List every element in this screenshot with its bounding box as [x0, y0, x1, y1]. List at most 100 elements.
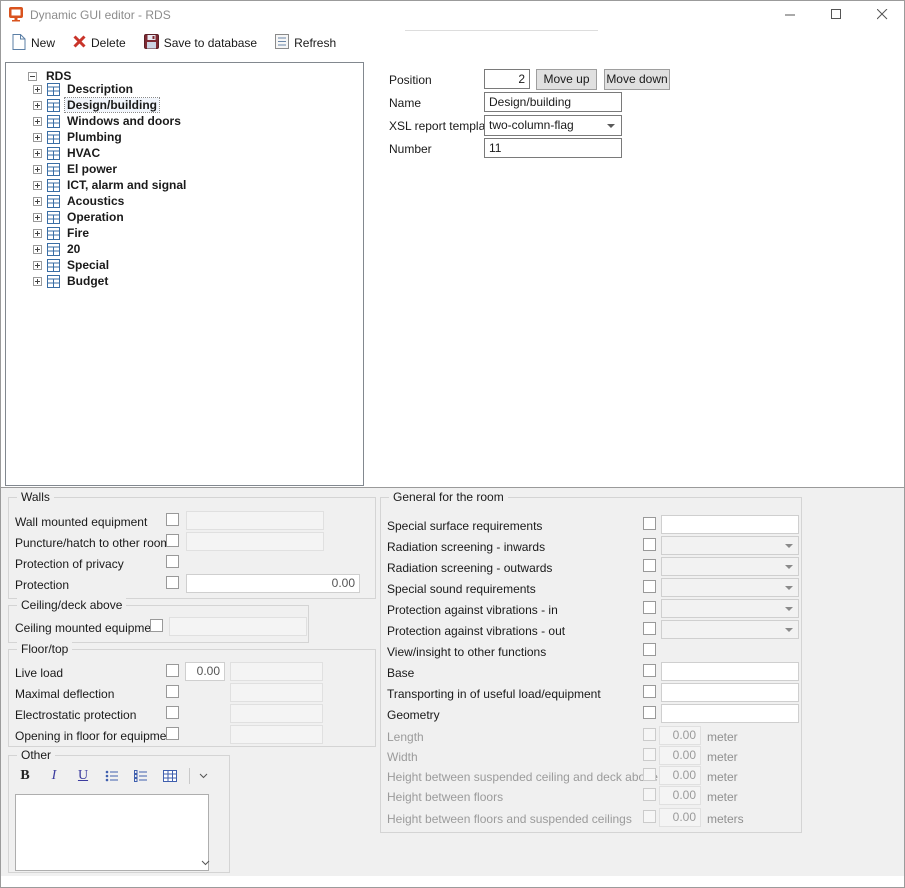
wall-mounted-equipment-checkbox[interactable]: [166, 513, 179, 526]
base-input[interactable]: [661, 662, 799, 681]
protection-input[interactable]: 0.00: [186, 574, 360, 593]
expand-icon[interactable]: [33, 117, 42, 126]
collapse-icon[interactable]: [28, 72, 37, 81]
expand-icon[interactable]: [33, 213, 42, 222]
expand-icon[interactable]: [33, 181, 42, 190]
expand-icon[interactable]: [33, 149, 42, 158]
maximize-button[interactable]: [813, 0, 859, 28]
ceiling-mounted-equipment-checkbox[interactable]: [150, 619, 163, 632]
form-row-base: Base: [381, 662, 801, 682]
special-sound-checkbox[interactable]: [643, 580, 656, 593]
radiation-inwards-dropdown[interactable]: [661, 536, 799, 555]
tree-item-operation[interactable]: Operation: [33, 209, 126, 225]
view-insight-checkbox[interactable]: [643, 643, 656, 656]
opening-in-floor-input[interactable]: [230, 725, 323, 744]
transporting-input[interactable]: [661, 683, 799, 702]
toolbar-overflow-button[interactable]: [199, 773, 208, 779]
move-down-button[interactable]: Move down: [604, 69, 670, 90]
expand-icon[interactable]: [33, 197, 42, 206]
expand-icon[interactable]: [33, 165, 42, 174]
special-surface-input[interactable]: [661, 515, 799, 534]
maximal-deflection-input[interactable]: [230, 683, 323, 702]
vibrations-in-dropdown[interactable]: [661, 599, 799, 618]
xsl-template-dropdown[interactable]: two-column-flag: [484, 115, 622, 136]
tree-item-budget[interactable]: Budget: [33, 273, 110, 289]
puncture-hatch-checkbox[interactable]: [166, 534, 179, 547]
geometry-checkbox[interactable]: [643, 706, 656, 719]
tree-item-20[interactable]: 20: [33, 241, 82, 257]
vibrations-in-checkbox[interactable]: [643, 601, 656, 614]
position-input[interactable]: 2: [484, 69, 530, 89]
electrostatic-protection-input[interactable]: [230, 704, 323, 723]
tree-item-design-building[interactable]: Design/building: [33, 97, 159, 113]
protection-checkbox[interactable]: [166, 576, 179, 589]
height-suspended-ceiling-checkbox[interactable]: [643, 768, 656, 781]
expand-icon[interactable]: [33, 85, 42, 94]
bold-button[interactable]: B: [15, 767, 35, 785]
expand-icon[interactable]: [33, 261, 42, 270]
height-suspended-ceiling-input[interactable]: 0.00: [659, 766, 701, 785]
expand-icon[interactable]: [33, 229, 42, 238]
vibrations-out-dropdown[interactable]: [661, 620, 799, 639]
tree-item-description[interactable]: Description: [33, 81, 135, 97]
save-to-database-button[interactable]: Save to database: [140, 31, 261, 55]
radiation-outwards-checkbox[interactable]: [643, 559, 656, 572]
electrostatic-protection-checkbox[interactable]: [166, 706, 179, 719]
radiation-inwards-checkbox[interactable]: [643, 538, 656, 551]
tree-item-el-power[interactable]: El power: [33, 161, 119, 177]
tree-item-ict-alarm-signal[interactable]: ICT, alarm and signal: [33, 177, 188, 193]
tree-item-windows-and-doors[interactable]: Windows and doors: [33, 113, 183, 129]
new-button[interactable]: New: [8, 31, 59, 56]
height-between-floors-checkbox[interactable]: [643, 788, 656, 801]
insert-table-button[interactable]: [160, 767, 180, 785]
vibrations-out-checkbox[interactable]: [643, 622, 656, 635]
opening-in-floor-checkbox[interactable]: [166, 727, 179, 740]
underline-button[interactable]: U: [73, 767, 93, 785]
height-floors-suspended-ceilings-input[interactable]: 0.00: [659, 808, 701, 827]
name-input[interactable]: Design/building: [484, 92, 622, 112]
width-checkbox[interactable]: [643, 748, 656, 761]
expand-icon[interactable]: [33, 277, 42, 286]
length-input[interactable]: 0.00: [659, 726, 701, 745]
geometry-input[interactable]: [661, 704, 799, 723]
bullet-list-button[interactable]: [102, 767, 122, 785]
width-input[interactable]: 0.00: [659, 746, 701, 765]
expand-icon[interactable]: [33, 101, 42, 110]
ceiling-mounted-equipment-input[interactable]: [169, 617, 307, 636]
resize-chevron-button[interactable]: [201, 860, 210, 866]
tree-item-special[interactable]: Special: [33, 257, 111, 273]
delete-button[interactable]: Delete: [69, 32, 130, 54]
live-load-checkbox[interactable]: [166, 664, 179, 677]
italic-button[interactable]: I: [44, 767, 64, 785]
move-up-button[interactable]: Move up: [536, 69, 597, 90]
refresh-button[interactable]: Refresh: [271, 31, 340, 55]
tree-item-acoustics[interactable]: Acoustics: [33, 193, 126, 209]
other-richtext-area[interactable]: [15, 794, 209, 871]
expand-icon[interactable]: [33, 245, 42, 254]
tree-item-hvac[interactable]: HVAC: [33, 145, 102, 161]
special-surface-checkbox[interactable]: [643, 517, 656, 530]
protection-of-privacy-checkbox[interactable]: [166, 555, 179, 568]
base-checkbox[interactable]: [643, 664, 656, 677]
length-checkbox[interactable]: [643, 728, 656, 741]
wall-mounted-equipment-input[interactable]: [186, 511, 324, 530]
minimize-button[interactable]: [767, 0, 813, 28]
radiation-outwards-dropdown[interactable]: [661, 557, 799, 576]
tree-item-label: El power: [65, 162, 119, 176]
field-label: Opening in floor for equipment: [15, 729, 176, 743]
tree-item-fire[interactable]: Fire: [33, 225, 91, 241]
maximal-deflection-checkbox[interactable]: [166, 685, 179, 698]
height-floors-suspended-ceilings-checkbox[interactable]: [643, 810, 656, 823]
transporting-checkbox[interactable]: [643, 685, 656, 698]
number-input[interactable]: 11: [484, 138, 622, 158]
live-load-note-input[interactable]: [230, 662, 323, 681]
form-row-opening-in-floor: Opening in floor for equipment: [9, 725, 375, 745]
close-button[interactable]: [859, 0, 905, 28]
live-load-value-input[interactable]: 0.00: [185, 662, 225, 681]
expand-icon[interactable]: [33, 133, 42, 142]
tree-item-plumbing[interactable]: Plumbing: [33, 129, 124, 145]
numbered-list-button[interactable]: [131, 767, 151, 785]
special-sound-dropdown[interactable]: [661, 578, 799, 597]
height-between-floors-input[interactable]: 0.00: [659, 786, 701, 805]
puncture-hatch-input[interactable]: [186, 532, 324, 551]
